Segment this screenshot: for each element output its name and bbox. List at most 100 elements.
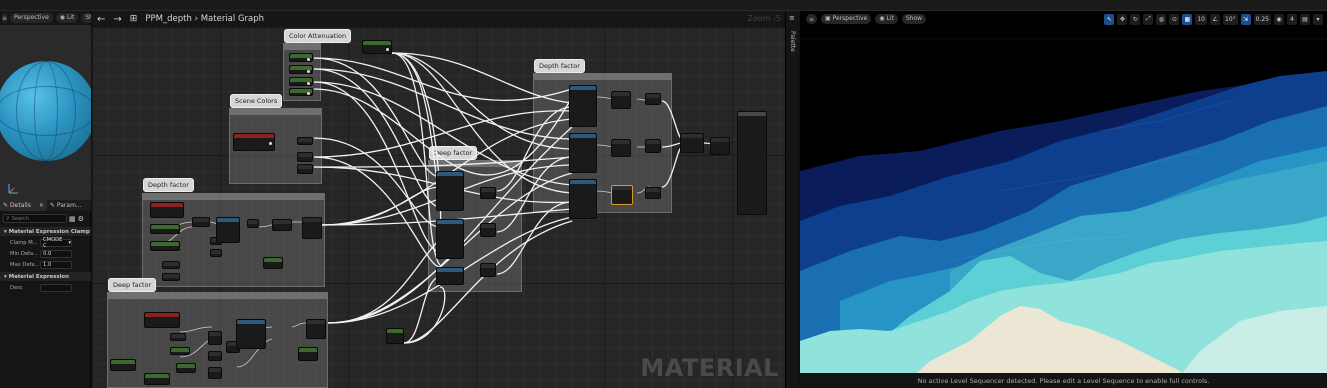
back-arrow-icon[interactable]: ← (97, 14, 105, 25)
material-node[interactable] (386, 328, 404, 344)
material-node[interactable] (208, 367, 222, 379)
preview-perspective-button[interactable]: Perspective (10, 13, 53, 23)
material-node[interactable] (192, 217, 210, 227)
material-node[interactable] (150, 224, 180, 234)
breadcrumb-material-graph[interactable]: Material Graph (201, 14, 264, 24)
camera-speed-value[interactable]: 4 (1287, 13, 1297, 25)
camera-speed-icon[interactable]: ◉ (1274, 13, 1284, 25)
material-node[interactable] (144, 312, 180, 328)
material-node[interactable] (170, 333, 186, 341)
material-node[interactable] (233, 133, 275, 151)
hamburger-icon[interactable]: ≡ (789, 14, 795, 22)
forward-arrow-icon[interactable]: → (113, 14, 121, 25)
graph-hierarchy-icon[interactable]: ⊞ (130, 14, 138, 24)
world-space-icon[interactable]: ◍ (1156, 13, 1167, 25)
viewport-lit-button[interactable]: ◉ Lit (875, 14, 898, 24)
scale-snap-icon[interactable]: ⇲ (1240, 13, 1251, 25)
material-node[interactable] (162, 273, 180, 281)
material-node[interactable] (680, 133, 704, 153)
material-node[interactable] (569, 85, 597, 127)
section-material-expression-clamp[interactable]: ▾ Material Expression Clamp (0, 227, 91, 236)
viewport-show-button[interactable]: Show (901, 14, 927, 24)
translate-icon[interactable]: ✥ (1117, 13, 1128, 25)
palette-tab[interactable]: Palette (789, 31, 796, 52)
grid-view-icon[interactable]: ▦ (69, 215, 76, 223)
details-search-input[interactable]: ⚲ Search (3, 214, 67, 223)
description-field[interactable] (40, 283, 72, 292)
graph-canvas[interactable]: Color Attenuation Scene Colors Depth fac… (92, 27, 785, 388)
material-node[interactable] (236, 319, 266, 349)
min-default-field[interactable]: 0.0 (40, 249, 72, 258)
material-node[interactable] (150, 202, 184, 218)
hamburger-icon[interactable]: ≡ (2, 13, 8, 23)
select-mode-icon[interactable]: ↖ (1104, 13, 1115, 25)
material-node[interactable] (480, 263, 496, 277)
material-node[interactable] (611, 91, 631, 109)
scale-icon[interactable]: ⤢ (1143, 13, 1154, 25)
material-node[interactable] (436, 267, 464, 285)
tab-details[interactable]: ✎ Details × (0, 200, 47, 211)
material-result-node[interactable] (737, 111, 767, 215)
material-node[interactable] (210, 249, 222, 257)
material-node[interactable] (144, 373, 170, 385)
tab-parameters[interactable]: ✎ Param... (47, 202, 85, 209)
material-node[interactable] (297, 137, 313, 145)
viewport-perspective-button[interactable]: ▣ Perspective (821, 14, 872, 24)
material-node[interactable] (162, 261, 180, 269)
material-node[interactable] (645, 139, 661, 153)
material-node[interactable] (710, 137, 730, 155)
section-material-expression[interactable]: ▾ Material Expression (0, 272, 91, 281)
material-node[interactable] (216, 217, 240, 243)
material-node[interactable] (436, 171, 464, 211)
details-tab-bar: ✎ Details × ✎ Param... (0, 200, 91, 211)
material-node[interactable] (480, 223, 496, 237)
preview-lit-button[interactable]: ◉ Lit (55, 13, 79, 23)
material-node[interactable] (208, 331, 222, 345)
material-node[interactable] (611, 139, 631, 157)
material-node[interactable] (480, 187, 496, 199)
rotation-snap-value[interactable]: 10° (1223, 13, 1238, 25)
max-default-field[interactable]: 1.0 (40, 260, 72, 269)
rotate-icon[interactable]: ↻ (1130, 13, 1141, 25)
material-node[interactable] (208, 351, 222, 361)
rotation-snap-icon[interactable]: ∠ (1210, 13, 1220, 25)
material-node[interactable] (176, 363, 196, 373)
preview-show-button[interactable]: Show (81, 13, 91, 23)
close-icon[interactable]: × (39, 202, 44, 209)
material-node[interactable] (297, 164, 313, 174)
material-node[interactable] (645, 93, 661, 105)
scale-snap-value[interactable]: 0.25 (1253, 13, 1271, 25)
hamburger-icon[interactable]: ≡ (806, 14, 817, 24)
material-node-selected[interactable] (611, 185, 633, 205)
material-node[interactable] (302, 217, 322, 239)
material-node[interactable] (170, 347, 190, 355)
material-node[interactable] (306, 319, 326, 339)
material-node[interactable] (272, 219, 292, 231)
surface-snap-icon[interactable]: ⊙ (1169, 13, 1180, 25)
material-node[interactable] (289, 77, 313, 86)
material-node[interactable] (289, 88, 313, 96)
material-node[interactable] (289, 65, 313, 74)
material-node[interactable] (362, 40, 392, 54)
chevron-down-icon[interactable]: ▾ (1313, 13, 1323, 25)
palette-strip[interactable]: ≡ Palette (785, 11, 799, 388)
material-node[interactable] (150, 241, 180, 251)
material-node[interactable] (297, 152, 313, 162)
clamp-mode-select[interactable]: CMODE C ▾ (40, 237, 72, 249)
material-node[interactable] (436, 219, 464, 259)
material-node[interactable] (247, 219, 259, 228)
material-node[interactable] (569, 179, 597, 219)
material-node[interactable] (263, 257, 283, 269)
level-viewport[interactable]: ≡ ▣ Perspective ◉ Lit Show ↖ ✥ ↻ ⤢ ◍ ⊙ ▦… (800, 11, 1327, 388)
material-preview[interactable] (0, 25, 91, 209)
grid-snap-toggle[interactable]: ▦ (1182, 13, 1193, 25)
grid-snap-value[interactable]: 10 (1195, 13, 1207, 25)
material-node[interactable] (645, 187, 661, 199)
breadcrumb-material[interactable]: PPM_depth (145, 14, 192, 24)
material-node[interactable] (569, 133, 597, 173)
material-node[interactable] (110, 359, 136, 371)
material-node[interactable] (298, 347, 318, 361)
gear-icon[interactable]: ⚙ (78, 215, 84, 223)
material-node[interactable] (289, 53, 313, 62)
layout-icon[interactable]: ▤ (1300, 13, 1310, 25)
